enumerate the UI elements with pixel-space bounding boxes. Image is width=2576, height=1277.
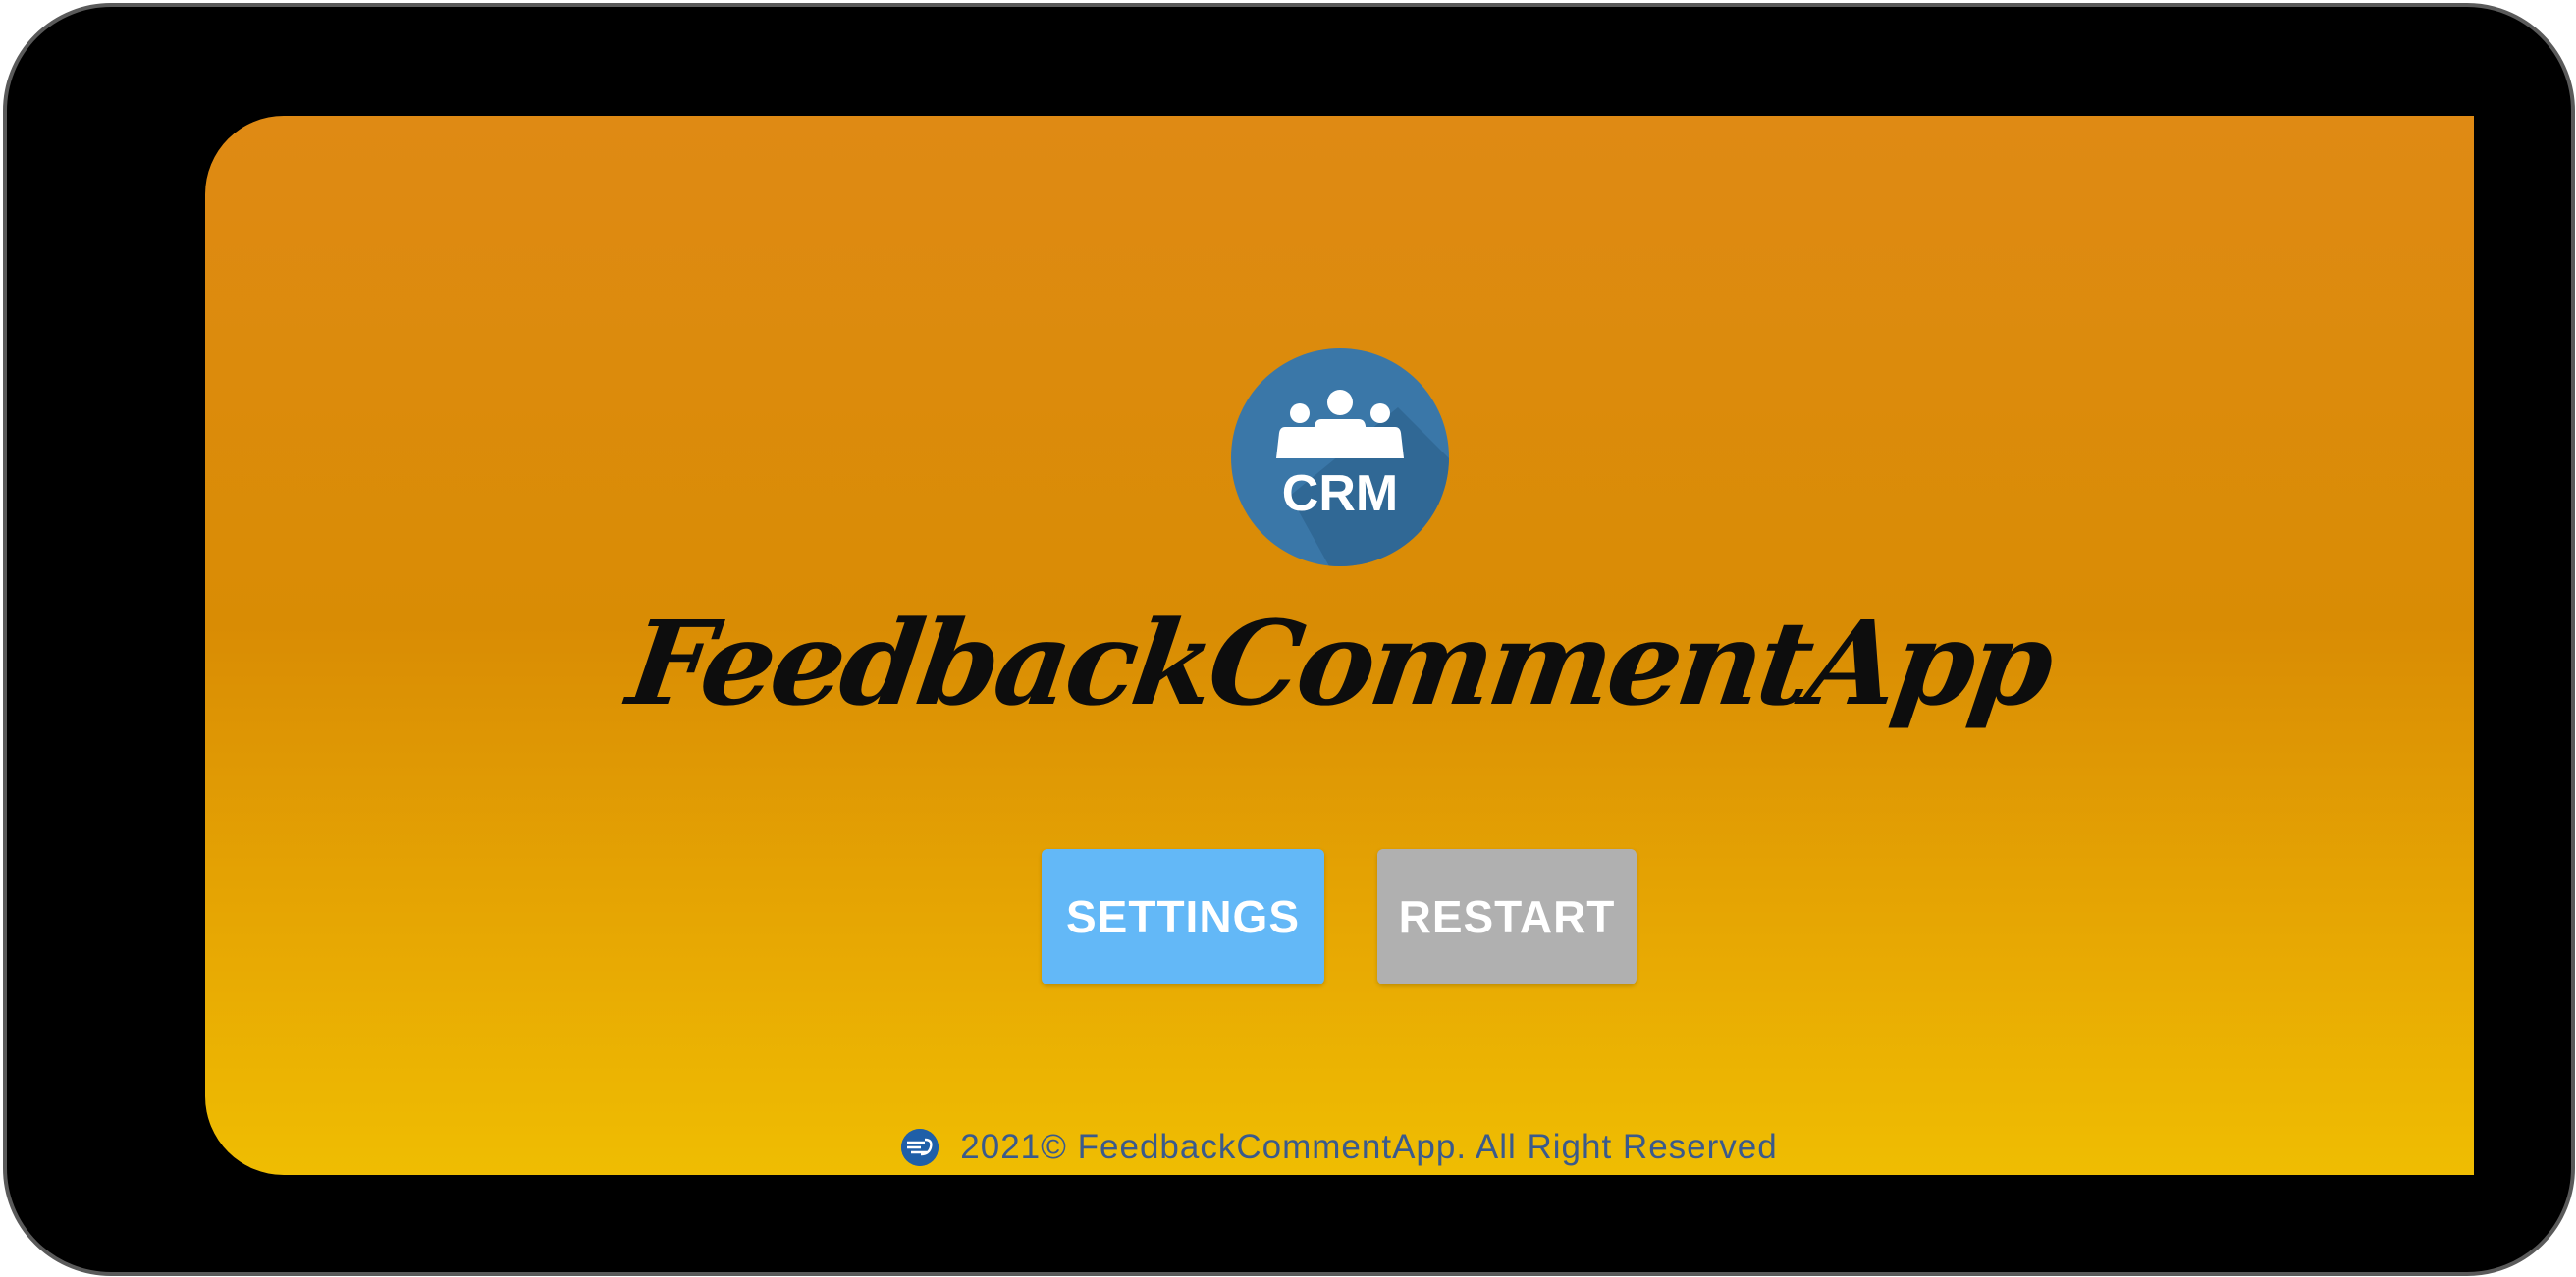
company-logo-icon — [901, 1129, 939, 1166]
app-screen: CRM FeedbackCommentApp SETTINGS RESTART … — [205, 116, 2474, 1175]
crm-logo-icon: CRM — [1231, 348, 1449, 566]
settings-button[interactable]: SETTINGS — [1042, 849, 1324, 984]
app-title: FeedbackCommentApp — [620, 595, 2059, 731]
restart-button[interactable]: RESTART — [1377, 849, 1637, 984]
copyright-text: 2021© FeedbackCommentApp. All Right Rese… — [960, 1128, 1778, 1166]
logo-text: CRM — [1282, 465, 1398, 522]
device-frame: CRM FeedbackCommentApp SETTINGS RESTART … — [3, 3, 2575, 1276]
button-row: SETTINGS RESTART — [205, 849, 2474, 984]
footer: 2021© FeedbackCommentApp. All Right Rese… — [205, 1122, 2474, 1173]
